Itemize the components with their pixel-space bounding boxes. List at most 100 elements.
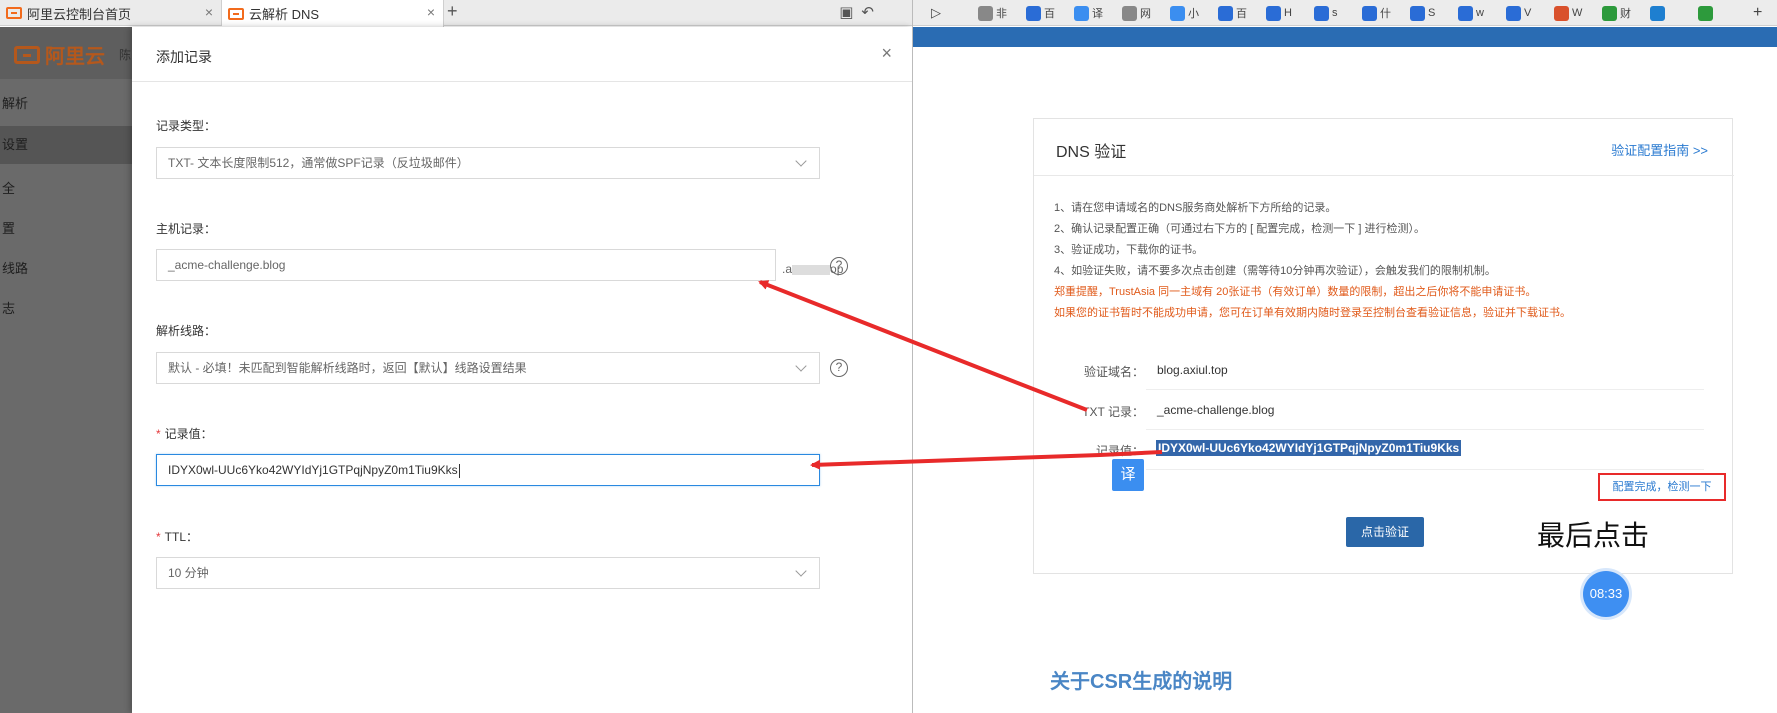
mini-tab[interactable] [1650, 3, 1668, 23]
mini-tab[interactable]: W [1554, 3, 1582, 23]
host-record-input[interactable]: _acme-challenge.blog [156, 249, 776, 281]
mini-tab[interactable]: V [1506, 3, 1531, 23]
mini-tab[interactable]: S [1410, 3, 1435, 23]
text-caret [458, 463, 460, 478]
tab-favicon-icon [1554, 5, 1569, 21]
warning-2: 如果您的证书暂时不能成功申请，您可在订单有效期内随时登录至控制台查看验证信息，验… [1054, 307, 1571, 319]
record-type-label: 记录类型： [156, 119, 217, 133]
sidebar-item-security[interactable]: 全 [0, 178, 132, 197]
selected-record-value[interactable]: IDYX0wl-UUc6Yko42WYIdYj1GTPqjNpyZ0m1Tiu9… [1156, 440, 1462, 456]
tab-aliyun-home[interactable]: 阿里云控制台首页 × [0, 0, 222, 26]
instruction-2: 2、确认记录配置正确（可通过右下方的 [ 配置完成，检测一下 ] 进行检测）。 [1054, 223, 1425, 235]
mini-tab[interactable]: 什 [1362, 3, 1391, 23]
host-record-label: 主机记录： [156, 222, 217, 236]
sidebar-item-lines[interactable]: 线路 [0, 258, 132, 277]
mini-tab-label: 译 [1092, 8, 1103, 20]
right-browser-window: ▷ 非百译网小百Hs什SwVW财 + DNS 验证 验证配置指南 >> 1、请在… [912, 0, 1777, 713]
close-tab-icon[interactable]: × [427, 4, 435, 20]
clock-widget[interactable]: 08:33 [1583, 571, 1629, 617]
verify-domain-value: blog.axiul.top [1157, 363, 1228, 377]
mini-tab[interactable] [1698, 3, 1716, 23]
mini-tab[interactable]: 非 [978, 3, 1007, 23]
ttl-label: * TTL： [156, 530, 199, 544]
tab-favicon-icon [1506, 5, 1521, 21]
new-tab-icon[interactable]: + [1753, 3, 1762, 23]
redacted-domain [792, 264, 831, 275]
page-header-strip [913, 27, 1777, 47]
left-tab-bar: 阿里云控制台首页 × 云解析 DNS × + ▣↶ [0, 0, 912, 27]
tab-cloud-dns[interactable]: 云解析 DNS × [222, 0, 444, 27]
close-tab-icon[interactable]: × [205, 4, 213, 20]
record-value-label: 记录值： [1095, 444, 1144, 458]
aliyun-logo-icon [14, 45, 40, 64]
record-type-select[interactable]: TXT- 文本长度限制512，通常做SPF记录（反垃圾邮件） [156, 147, 820, 179]
tab-favicon-icon [1122, 5, 1137, 21]
mini-tab-label: 网 [1140, 8, 1151, 20]
dialog-divider [132, 81, 912, 82]
new-tab-icon[interactable]: + [447, 1, 458, 22]
host-domain-suffix: .a op [782, 262, 844, 276]
tab-favicon-icon [1314, 5, 1329, 21]
sidebar-item-logs[interactable]: 志 [0, 298, 132, 317]
tab-favicon-icon [1362, 5, 1377, 21]
undo-close-icon[interactable]: ↶ [861, 4, 882, 21]
add-record-dialog: 添加记录 × 记录类型： TXT- 文本长度限制512，通常做SPF记录（反垃圾… [132, 27, 912, 713]
mini-tab[interactable]: s [1314, 3, 1338, 23]
record-value-input[interactable]: IDYX0wl-UUc6Yko42WYIdYj1GTPqjNpyZ0m1Tiu9… [156, 454, 820, 486]
warning-1: 郑重提醒，TrustAsia 同一主域有 20张证书（有效订单）数量的限制，超出… [1054, 286, 1537, 298]
txt-record-label: TXT 记录： [1082, 405, 1144, 419]
sidebar-item-settings[interactable]: 设置 [0, 126, 132, 164]
mini-tab[interactable]: 译 [1074, 3, 1103, 23]
config-done-check-link[interactable]: 配置完成，检测一下 [1598, 473, 1726, 501]
aliyun-logo[interactable]: 阿里云 陈 [14, 40, 131, 69]
console-header-text: 陈 [119, 48, 132, 62]
mini-tab-label: W [1572, 7, 1583, 19]
csr-section-heading: 关于CSR生成的说明 [1050, 671, 1233, 693]
tab-favicon-icon [1650, 5, 1665, 21]
final-click-annotation: 最后点击 [1537, 520, 1650, 551]
line-select[interactable]: 默认 - 必填！未匹配到智能解析线路时，返回【默认】线路设置结果 [156, 352, 820, 384]
aliyun-favicon-icon [6, 7, 22, 19]
mini-tab[interactable]: 网 [1122, 3, 1151, 23]
mini-tab-label: S [1428, 7, 1436, 19]
verify-domain-label: 验证域名： [1083, 365, 1144, 379]
tab-favicon-icon [1602, 5, 1617, 21]
mini-tab-label: 什 [1380, 8, 1391, 20]
row-divider [1146, 429, 1704, 430]
card-divider [1034, 175, 1734, 176]
mini-tab-label: 财 [1620, 8, 1631, 20]
mini-tab-label: 百 [1044, 8, 1055, 20]
right-tab-bar: ▷ 非 百 译 网 小 百 Hs 什 Sw V W 财 + [913, 0, 1777, 26]
verify-guide-link[interactable]: 验证配置指南 >> [1611, 140, 1708, 159]
instruction-4: 4、如验证失败，请不要多次点击创建（需等待10分钟再次验证），会触发我们的限制机… [1054, 265, 1496, 277]
mini-tab[interactable]: 百 [1026, 3, 1055, 23]
mini-tab-label: 百 [1236, 8, 1247, 20]
aliyun-favicon-icon [228, 7, 244, 20]
mini-tab[interactable]: H [1266, 3, 1292, 23]
mini-tab[interactable]: 百 [1218, 3, 1247, 23]
tab-favicon-icon [1698, 5, 1713, 21]
tab-list-icon[interactable]: ▣ [839, 4, 861, 21]
mini-tab[interactable]: w [1458, 3, 1484, 23]
sidebar-toggle-icon[interactable]: ▷ [931, 3, 941, 23]
line-help-icon[interactable]: ? [830, 359, 848, 377]
mini-tab[interactable]: 小 [1170, 3, 1199, 23]
mini-tab-label: 小 [1188, 8, 1199, 20]
close-icon[interactable]: × [881, 43, 892, 64]
verify-button[interactable]: 点击验证 [1346, 517, 1424, 547]
sidebar-item-config[interactable]: 置 [0, 218, 132, 237]
txt-record-value: _acme-challenge.blog [1157, 403, 1275, 417]
translate-button[interactable]: 译 [1112, 459, 1144, 491]
mini-tab-label: 非 [996, 8, 1007, 20]
tab-favicon-icon [1074, 5, 1089, 21]
mini-tab-label: w [1476, 7, 1484, 19]
row-divider [1146, 389, 1704, 390]
sidebar-item-dns[interactable]: 解析 [0, 93, 132, 111]
required-mark: * [156, 427, 161, 441]
tab-favicon-icon [1026, 5, 1041, 21]
dns-verify-card: DNS 验证 验证配置指南 >> 1、请在您申请域名的DNS服务商处解析下方所给… [1033, 118, 1734, 574]
row-divider [1146, 469, 1704, 470]
line-label: 解析线路： [156, 324, 217, 338]
mini-tab[interactable]: 财 [1602, 3, 1631, 23]
ttl-select[interactable]: 10 分钟 [156, 557, 820, 589]
